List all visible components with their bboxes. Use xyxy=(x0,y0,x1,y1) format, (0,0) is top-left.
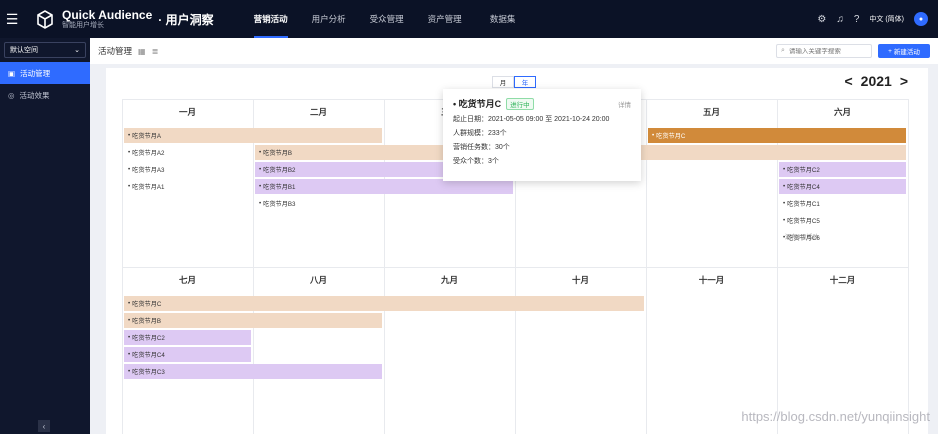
product-name: · 用户洞察 xyxy=(158,12,214,27)
sidebar-item-label: 活动效果 xyxy=(19,90,50,100)
view-toggle: 月年 xyxy=(492,76,536,88)
activity-bar[interactable]: 吃货节月C4 xyxy=(779,179,906,194)
activity-bar[interactable]: 吃货节月B1 xyxy=(255,179,513,194)
collapse-sidebar-icon[interactable]: ‹ xyxy=(38,420,50,432)
brand-name: Quick Audience xyxy=(62,7,153,22)
activity-bar[interactable]: 吃货节月C4 xyxy=(124,347,251,362)
activity-bar[interactable]: 吃货节月C3 xyxy=(124,364,382,379)
month-header[interactable]: 十一月 xyxy=(646,267,777,293)
year-label: 2021 xyxy=(860,73,892,89)
sidebar-item-label: 活动管理 xyxy=(20,68,51,78)
year-view-toggle[interactable]: 年 xyxy=(514,76,536,88)
month-header[interactable]: 十二月 xyxy=(777,267,908,293)
month-header[interactable]: 十月 xyxy=(515,267,646,293)
brand-subtitle: 智能用户增长 xyxy=(62,21,104,29)
bell-icon[interactable]: ♫ xyxy=(836,14,844,25)
month-header[interactable]: 二月 xyxy=(253,99,384,125)
main-nav: 营销活动 用户分析 受众管理 资产管理 数据集 xyxy=(242,0,532,38)
settings-icon[interactable]: ⚙ xyxy=(817,14,826,25)
activity-bar[interactable]: 吃货节月A xyxy=(124,128,382,143)
menu-icon[interactable]: ☰ xyxy=(0,0,24,38)
next-year-button[interactable]: > xyxy=(900,73,908,89)
page-title: 活动管理 xyxy=(98,46,133,56)
search-box[interactable]: ⌕ xyxy=(776,44,872,58)
detail-link[interactable]: 详情 xyxy=(618,99,631,109)
calendar-view-icon[interactable]: ▦ xyxy=(138,47,146,56)
more-activities-link[interactable]: 还有3项活动 xyxy=(785,232,818,241)
activity-bar[interactable]: 吃货节月A3 xyxy=(124,162,251,177)
top-right-tools: ⚙ ♫ ? 中文 (简体) ● xyxy=(817,12,928,26)
month-header[interactable]: 一月 xyxy=(122,99,253,125)
activity-bar[interactable]: 吃货节月C xyxy=(648,128,906,143)
space-select[interactable]: 默认空间 ⌄ xyxy=(4,42,86,58)
new-activity-button[interactable]: + 新建活动 xyxy=(878,44,930,58)
activity-bar[interactable]: 吃货节月C5 xyxy=(779,213,906,228)
sidebar-item-activity-effect[interactable]: ◎ 活动效果 xyxy=(0,84,90,106)
activity-bar[interactable]: 吃货节月A1 xyxy=(124,179,251,194)
nav-item[interactable]: 用户分析 xyxy=(300,0,358,38)
activity-bar[interactable]: 吃货节月C2 xyxy=(124,330,251,345)
language-switch[interactable]: 中文 (简体) xyxy=(869,14,904,24)
calendar-icon: ▣ xyxy=(8,68,16,78)
year-navigator: < 2021 > xyxy=(844,73,908,89)
activity-bar[interactable]: 吃货节月C2 xyxy=(779,162,906,177)
sidebar: 默认空间 ⌄ ▣ 活动管理 ◎ 活动效果 ‹ xyxy=(0,38,90,434)
chart-icon: ◎ xyxy=(8,90,15,100)
month-header[interactable]: 六月 xyxy=(777,99,908,125)
top-bar: ☰ Quick Audience 智能用户增长 · 用户洞察 营销活动 用户分析受… xyxy=(0,0,938,38)
brand: Quick Audience 智能用户增长 xyxy=(62,7,153,30)
nav-item[interactable]: 资产管理 xyxy=(416,0,474,38)
plus-icon: + xyxy=(888,47,892,55)
nav-item[interactable]: 数据集 xyxy=(474,0,532,38)
nav-item[interactable]: 受众管理 xyxy=(358,0,416,38)
watermark: https://blog.csdn.net/yunqiinsight xyxy=(741,409,930,424)
month-header[interactable]: 五月 xyxy=(646,99,777,125)
sidebar-item-activity-management[interactable]: ▣ 活动管理 xyxy=(0,62,90,84)
activity-bar[interactable]: 吃货节月B xyxy=(124,313,382,328)
chevron-down-icon: ⌄ xyxy=(74,47,80,54)
new-activity-label: 新建活动 xyxy=(893,49,920,56)
popover-audience-size: 人群规模：233个 xyxy=(453,130,507,137)
search-input[interactable] xyxy=(788,47,867,55)
search-icon: ⌕ xyxy=(781,47,785,54)
logo-icon xyxy=(34,8,56,30)
activity-popover: 吃货节月C 进行中 详情 起止日期：2021-05-05 09:00 至 202… xyxy=(443,89,641,181)
popover-title: 吃货节月C xyxy=(453,97,502,110)
month-header[interactable]: 九月 xyxy=(384,267,515,293)
activity-bar[interactable]: 吃货节月B3 xyxy=(255,196,382,211)
popover-audience-count: 受众个数：3个 xyxy=(453,158,499,165)
page-header: 活动管理 ▦ ≣ ⌕ + 新建活动 xyxy=(90,38,938,64)
activity-bar[interactable]: 吃货节月C1 xyxy=(779,196,906,211)
help-icon[interactable]: ? xyxy=(854,14,860,25)
status-badge: 进行中 xyxy=(506,97,534,110)
popover-date-range: 起止日期：2021-05-05 09:00 至 2021-10-24 20:00 xyxy=(453,116,610,123)
list-view-icon[interactable]: ≣ xyxy=(152,47,159,56)
activity-bar[interactable]: 吃货节月C xyxy=(124,296,644,311)
month-header[interactable]: 七月 xyxy=(122,267,253,293)
month-view-toggle[interactable]: 月 xyxy=(492,76,514,88)
popover-task-count: 营销任务数：30个 xyxy=(453,144,510,151)
avatar[interactable]: ● xyxy=(914,12,928,26)
prev-year-button[interactable]: < xyxy=(844,73,852,89)
nav-item[interactable]: 营销活动 xyxy=(242,0,300,38)
activity-bar[interactable]: 吃货节月A2 xyxy=(124,145,251,160)
space-select-value: 默认空间 xyxy=(10,47,38,54)
grid-line xyxy=(908,99,909,434)
month-header[interactable]: 八月 xyxy=(253,267,384,293)
